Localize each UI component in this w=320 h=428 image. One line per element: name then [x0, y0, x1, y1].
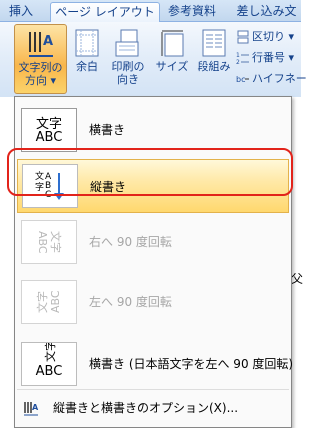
menu-item-rotate-left[interactable]: 文字 ABC 左へ 90 度回転: [17, 275, 289, 329]
text-direction-label-1: 文字列の: [18, 61, 63, 74]
rotate-right-thumb-icon: 文字 ABC: [21, 220, 77, 264]
document-text-fragment: 父: [291, 272, 304, 286]
ribbon-tab-strip: 挿入 ページ レイアウト 参考資料 差し込み文: [0, 0, 301, 23]
text-direction-options-icon: A: [24, 402, 39, 416]
text-direction-icon: A: [28, 32, 53, 57]
tab-mailings[interactable]: 差し込み文: [232, 2, 301, 22]
svg-text:文字: 文字: [35, 291, 49, 313]
tab-page-layout[interactable]: ページ レイアウト: [50, 2, 160, 23]
columns-label: 段組み: [197, 60, 231, 73]
breaks-icon: [237, 30, 249, 44]
svg-text:ABC: ABC: [36, 231, 49, 254]
menu-item-label: 縦書き: [90, 180, 127, 194]
text-direction-label-2: 方向 ▾: [24, 74, 57, 87]
size-button[interactable]: サイズ: [152, 24, 192, 94]
menu-item-horizontal-rotate-japanese[interactable]: 文字 ABC 横書き (日本語文字を左へ 90 度回転): [17, 337, 293, 391]
size-label: サイズ: [155, 60, 189, 73]
menu-separator: [17, 389, 289, 390]
columns-button[interactable]: 段組み: [194, 24, 234, 94]
tab-insert[interactable]: 挿入: [4, 2, 38, 22]
svg-text:A: A: [32, 403, 39, 412]
tab-references[interactable]: 参考資料: [160, 2, 224, 22]
line-numbers-icon: 1 2: [236, 52, 249, 66]
orientation-icon: [115, 29, 139, 57]
line-numbers-button[interactable]: 1 2 行番号 ▾: [236, 49, 294, 67]
vertical-thumb-icon: 文 字 A B C: [22, 164, 78, 208]
ribbon-page-setup-group: A 文字列の 方向 ▾ 余白 印刷の 向き サイズ 段組み 区切り ▾ 1 2 …: [0, 22, 307, 97]
svg-text:ABC: ABC: [49, 290, 62, 313]
menu-item-rotate-right[interactable]: 文字 ABC 右へ 90 度回転: [17, 215, 289, 269]
size-icon: [161, 30, 184, 57]
menu-item-vertical[interactable]: 文 字 A B C 縦書き: [17, 159, 289, 213]
menu-item-label: 横書き (日本語文字を左へ 90 度回転): [89, 357, 294, 371]
menu-item-label: 横書き: [89, 123, 126, 137]
text-direction-options-item[interactable]: A 縦書きと横書きのオプション(X)...: [17, 397, 289, 419]
margins-label: 余白: [76, 60, 98, 73]
text-direction-menu: 文字 ABC 横書き 文 字 A B C 縦書き 文字 ABC 右へ 90 度回…: [14, 96, 293, 428]
menu-item-horizontal[interactable]: 文字 ABC 横書き: [17, 103, 289, 157]
hyphenation-button[interactable]: bc ハイフネー: [236, 70, 307, 88]
hyphenation-icon: bc: [236, 75, 249, 84]
svg-text:文字: 文字: [43, 343, 57, 362]
svg-text:1: 1: [236, 52, 240, 59]
svg-text:字: 字: [35, 181, 44, 193]
margins-icon: [75, 29, 99, 57]
svg-text:文字: 文字: [49, 231, 63, 253]
line-numbers-label: 行番号 ▾: [252, 51, 295, 64]
breaks-label: 区切り ▾: [252, 30, 295, 43]
orientation-label-1: 印刷の: [111, 60, 145, 73]
hyphenation-label: ハイフネー: [252, 72, 307, 85]
svg-text:C: C: [45, 190, 51, 200]
menu-item-label: 右へ 90 度回転: [89, 235, 172, 249]
text-direction-button[interactable]: A 文字列の 方向 ▾: [14, 24, 67, 94]
columns-icon: [202, 29, 226, 57]
svg-text:文: 文: [35, 170, 44, 182]
svg-text:A: A: [43, 34, 53, 49]
orientation-button[interactable]: 印刷の 向き: [106, 24, 150, 94]
breaks-button[interactable]: 区切り ▾: [236, 28, 294, 46]
horizontal-rotate-japanese-thumb-icon: 文字 ABC: [21, 340, 77, 386]
svg-text:bc: bc: [236, 75, 245, 84]
svg-text:2: 2: [236, 59, 240, 65]
margins-button[interactable]: 余白: [70, 24, 104, 94]
rotate-left-thumb-icon: 文字 ABC: [21, 280, 77, 324]
horizontal-thumb-icon: 文字 ABC: [21, 108, 77, 152]
orientation-label-2: 向き: [117, 73, 139, 86]
menu-item-label: 左へ 90 度回転: [89, 295, 172, 309]
text-direction-options-label: 縦書きと横書きのオプション(X)...: [53, 401, 239, 415]
